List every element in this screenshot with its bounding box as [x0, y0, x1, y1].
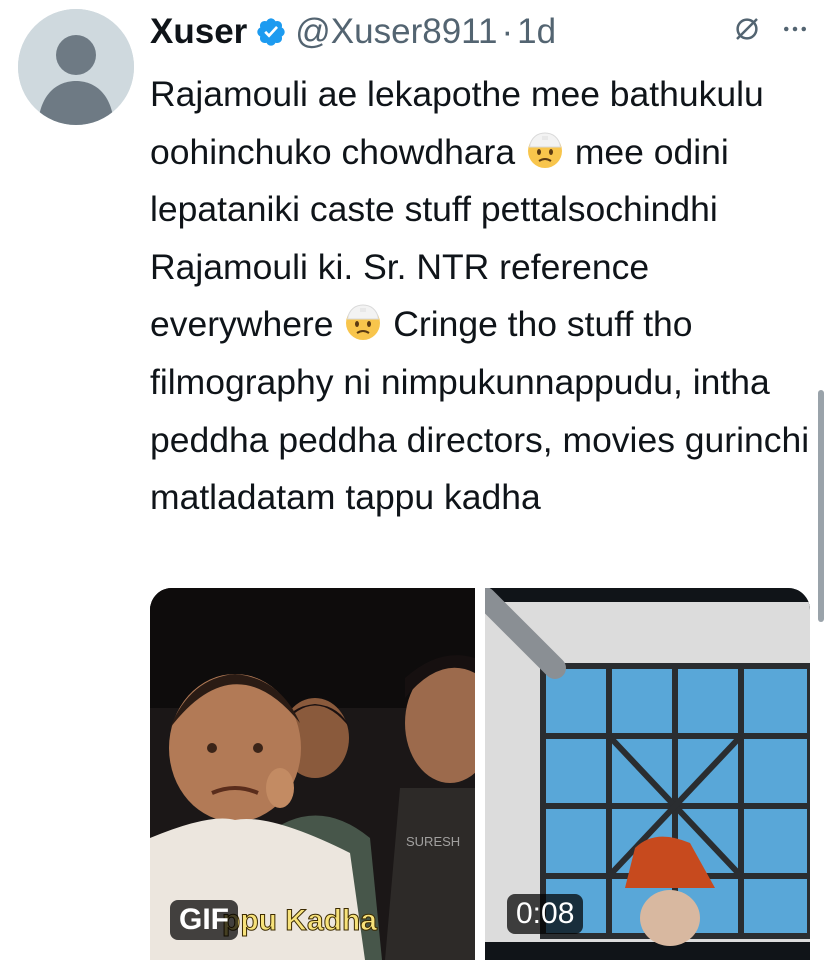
- separator-dot: ·: [501, 12, 514, 51]
- face-with-head-bandage-emoji: [528, 132, 562, 168]
- grok-icon[interactable]: [732, 14, 762, 44]
- gif-caption: ppu Kadha: [222, 904, 378, 938]
- video-duration-badge: 0:08: [507, 894, 584, 934]
- gif-badge: GIF: [170, 900, 238, 940]
- verified-badge-icon: [257, 18, 285, 46]
- tweet-header: Xuser @Xuser8911 · 1d: [150, 8, 556, 56]
- tweet-actions-top: [732, 14, 810, 44]
- scrollbar[interactable]: [818, 390, 824, 622]
- face-with-head-bandage-emoji: [346, 304, 381, 341]
- default-avatar-icon: [18, 9, 134, 125]
- tweet-timestamp[interactable]: 1d: [517, 12, 556, 52]
- gif-media-tile[interactable]: SURESH ppu Kadha GIF: [150, 588, 475, 960]
- more-options-icon[interactable]: [780, 14, 810, 44]
- author-handle[interactable]: @Xuser8911: [295, 12, 497, 52]
- media-grid: SURESH ppu Kadha GIF 0:08: [150, 588, 810, 960]
- tweet-text: Rajamouli ae lekapothe mee bathukulu ooh…: [150, 66, 810, 527]
- video-media-tile[interactable]: 0:08: [485, 588, 810, 960]
- gif-watermark: SURESH: [406, 834, 460, 849]
- author-name[interactable]: Xuser: [150, 12, 247, 52]
- avatar[interactable]: [18, 9, 134, 125]
